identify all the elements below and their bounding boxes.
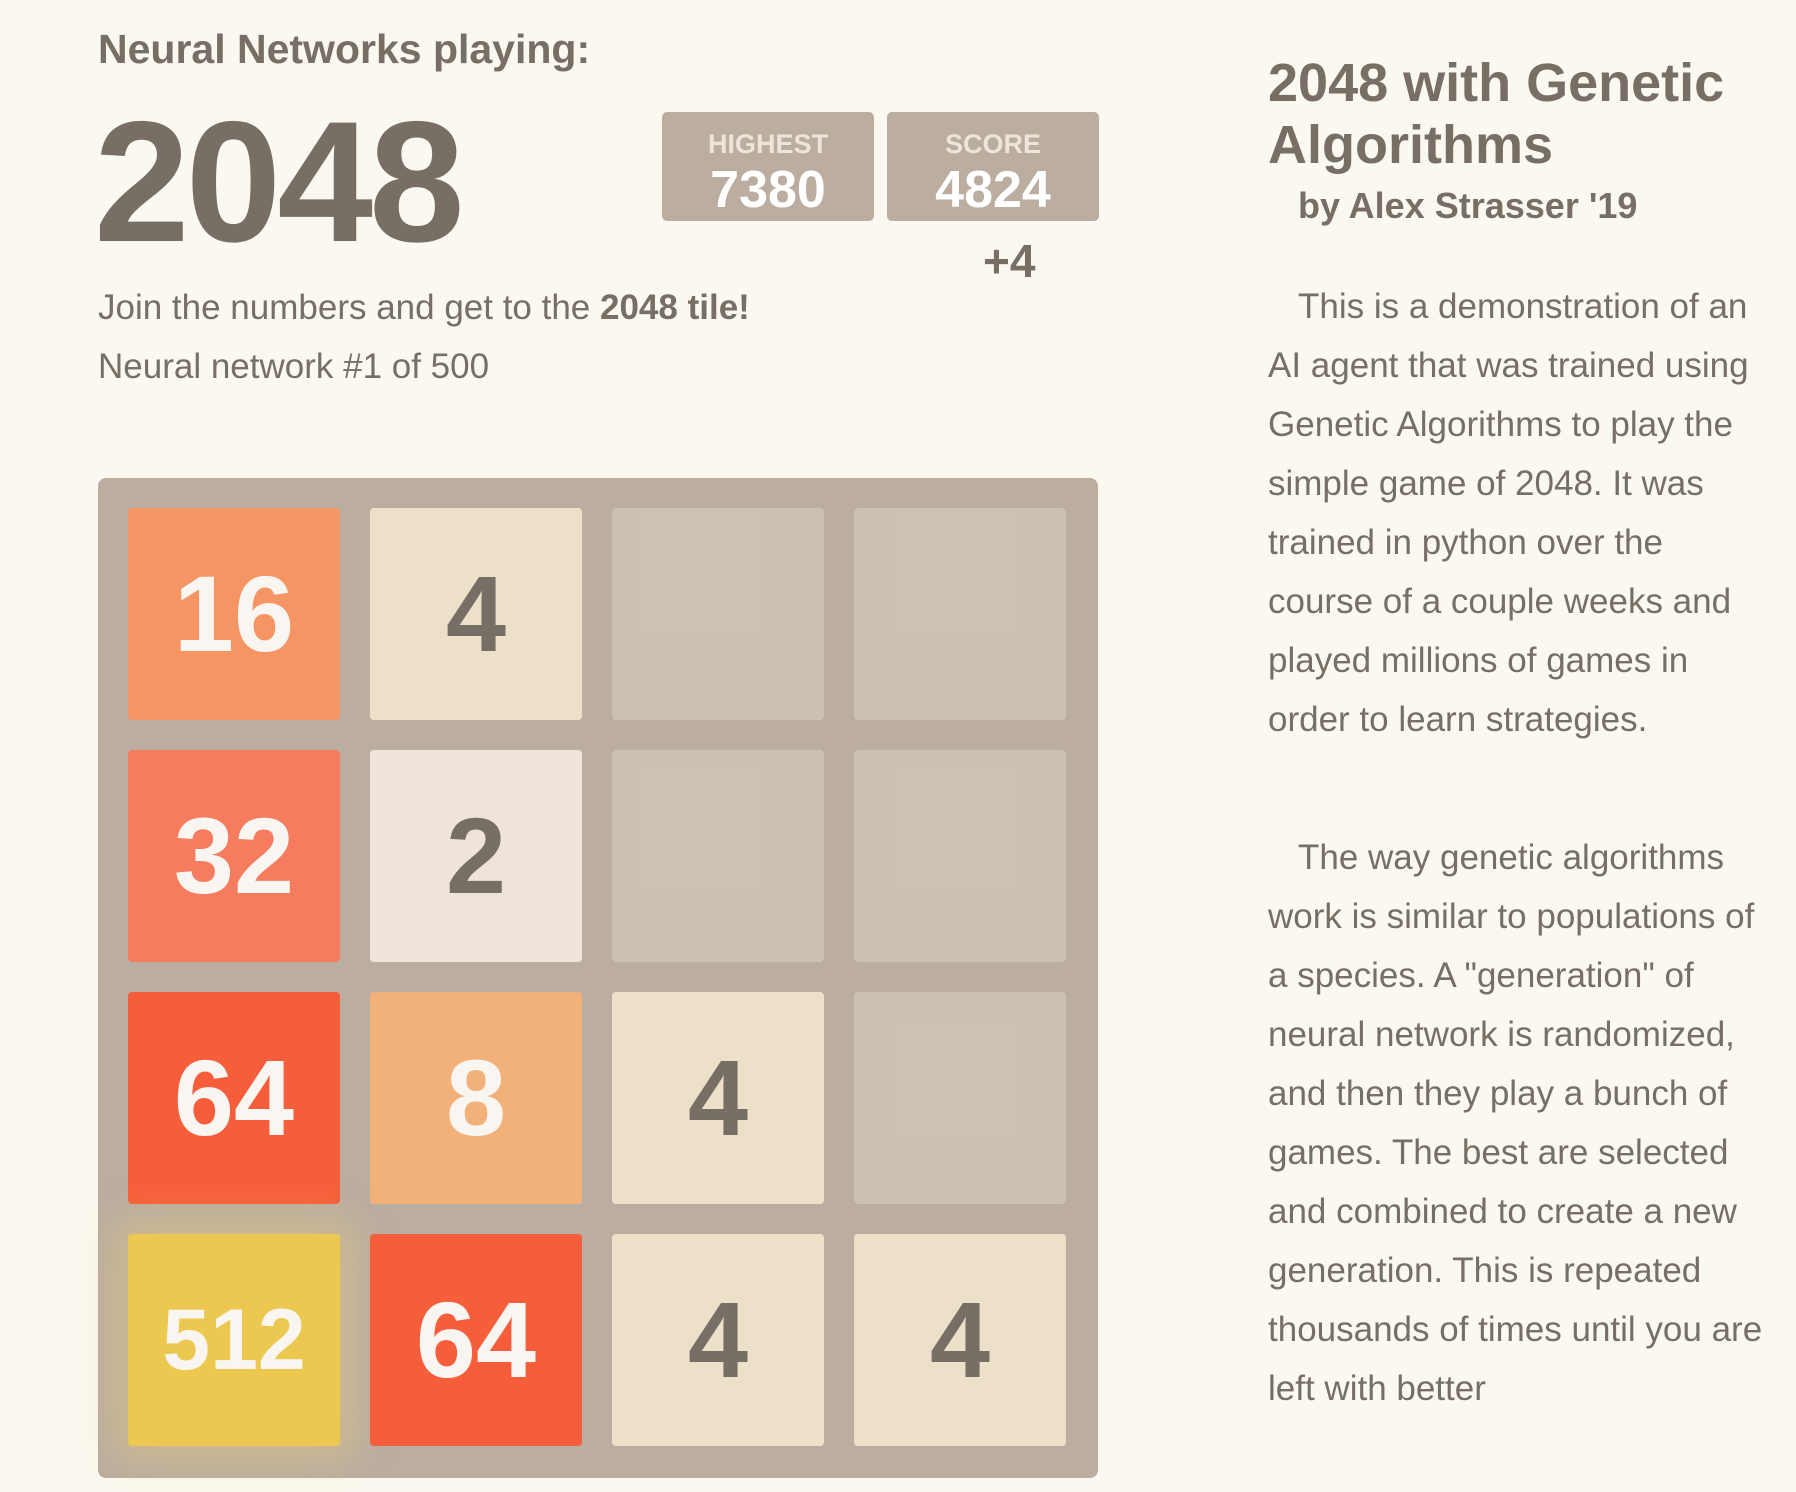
tile-8: 8: [370, 992, 582, 1204]
tile-4: 4: [370, 508, 582, 720]
tile-32: 32: [128, 750, 340, 962]
description-paragraph-2: The way genetic algorithms work is simil…: [1268, 838, 1763, 1408]
tile-4: 4: [612, 1234, 824, 1446]
tile-64: 64: [370, 1234, 582, 1446]
current-score-value: 4824: [935, 161, 1051, 219]
grid-cell: [854, 992, 1066, 1204]
page-kicker: Neural Networks playing:: [98, 26, 591, 72]
grid-cell: [854, 750, 1066, 962]
highest-score-value: 7380: [710, 161, 826, 219]
score-addition: +4: [983, 235, 1036, 287]
tile-16: 16: [128, 508, 340, 720]
tile-2: 2: [370, 750, 582, 962]
grid-cell: [612, 750, 824, 962]
highest-score-label: HIGHEST: [707, 129, 828, 159]
current-score-box: SCORE 4824: [887, 112, 1099, 221]
game-title: 2048: [94, 86, 465, 278]
tile-512: 512: [128, 1234, 340, 1446]
sidebar-title: 2048 with Genetic Algorithms: [1268, 53, 1725, 175]
tile-64: 64: [128, 992, 340, 1204]
intro-highlight: 2048 tile!: [600, 288, 750, 327]
description-paragraph-1: This is a demonstration of an AI agent t…: [1268, 287, 1749, 739]
author-byline: by Alex Strasser '19: [1298, 185, 1638, 226]
tile-4: 4: [854, 1234, 1066, 1446]
grid-cell: [612, 508, 824, 720]
network-info: Neural network #1 of 500: [98, 347, 490, 386]
game-board: 16 4 32 2 64 8 4 512 64 4 4: [98, 478, 1098, 1478]
grid-cell: [854, 508, 1066, 720]
current-score-label: SCORE: [944, 129, 1042, 159]
game-intro: Join the numbers and get to the 2048 til…: [98, 288, 750, 328]
intro-text: Join the numbers and get to the: [98, 288, 600, 327]
tile-4: 4: [612, 992, 824, 1204]
highest-score-box: HIGHEST 7380: [662, 112, 874, 221]
